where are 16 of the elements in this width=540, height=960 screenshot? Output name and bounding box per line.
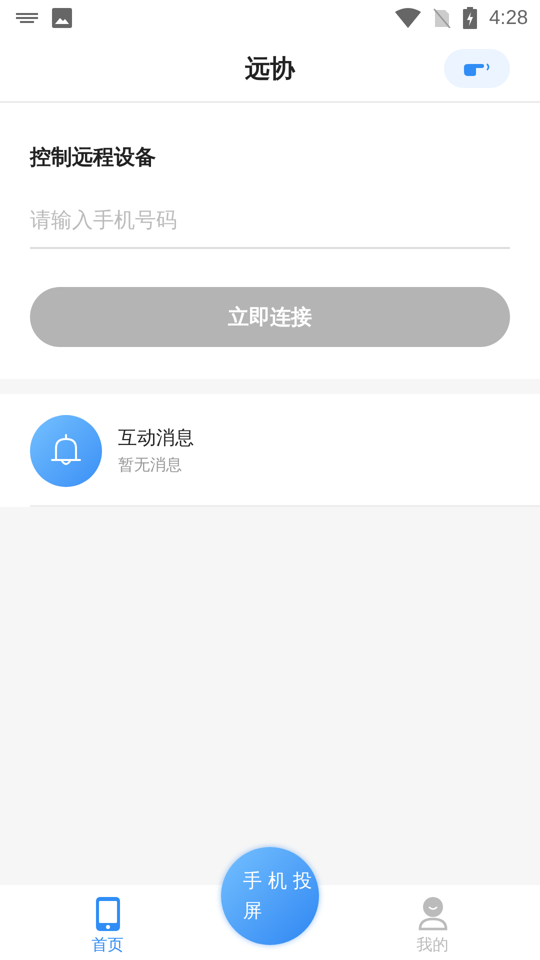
nav-tab[interactable]: 我的: [325, 889, 540, 956]
nav-tab[interactable]: 首页: [0, 889, 215, 956]
image-icon: [52, 8, 72, 28]
person-icon: [418, 897, 448, 931]
message-subtitle: 暂无消息: [118, 455, 183, 476]
screen-cast-button[interactable]: 手机投屏: [221, 847, 319, 945]
message-item[interactable]: 互动消息 暂无消息: [0, 394, 540, 507]
no-sim-icon: [433, 8, 452, 28]
clock-time: 4:28: [489, 6, 528, 30]
battery-icon: [463, 7, 478, 29]
pointer-button[interactable]: [444, 49, 510, 88]
wifi-icon: [395, 8, 422, 28]
phone-icon: [96, 897, 120, 931]
section-heading: 控制远程设备: [30, 144, 157, 171]
message-title: 互动消息: [118, 426, 194, 451]
page-title: 远协: [245, 53, 295, 85]
